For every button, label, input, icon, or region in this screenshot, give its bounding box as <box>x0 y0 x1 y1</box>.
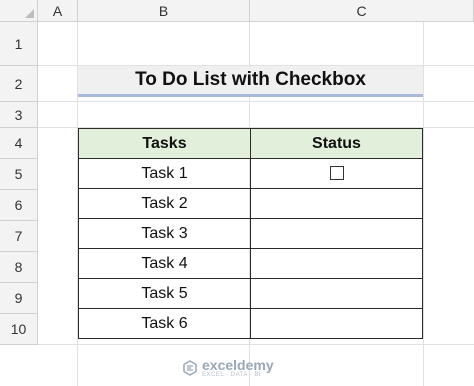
row-header-7[interactable]: 7 <box>0 221 38 252</box>
checkbox[interactable] <box>329 166 344 181</box>
task-cell[interactable]: Task 4 <box>78 248 251 279</box>
watermark: exceldemy EXCEL · DATA · BI <box>182 358 274 378</box>
exceldemy-logo-icon <box>183 360 197 376</box>
status-cell[interactable] <box>250 218 423 249</box>
status-cell[interactable] <box>250 158 423 189</box>
table-header-row: Tasks Status <box>78 128 423 159</box>
column-header-a[interactable]: A <box>38 0 78 22</box>
status-cell[interactable] <box>250 308 423 339</box>
status-cell[interactable] <box>250 188 423 219</box>
table-row: Task 2 <box>78 188 423 219</box>
table-row: Task 5 <box>78 278 423 309</box>
table-row: Task 1 <box>78 158 423 189</box>
title-cell[interactable]: To Do List with Checkbox <box>78 66 423 94</box>
task-cell[interactable]: Task 3 <box>78 218 251 249</box>
status-cell[interactable] <box>250 278 423 309</box>
watermark-brand: exceldemy <box>202 357 274 373</box>
row-header-1[interactable]: 1 <box>0 22 38 66</box>
row-header-5[interactable]: 5 <box>0 159 38 190</box>
task-cell[interactable]: Task 6 <box>78 308 251 339</box>
select-all-corner[interactable] <box>0 0 38 22</box>
table-row: Task 6 <box>78 308 423 339</box>
row-header-9[interactable]: 9 <box>0 283 38 314</box>
table-row: Task 3 <box>78 218 423 249</box>
column-header-b[interactable]: B <box>78 0 250 22</box>
column-header-c[interactable]: C <box>250 0 474 22</box>
todo-table: Tasks Status Task 1 Task 2 Task 3 Task 4… <box>78 128 423 339</box>
gridline <box>423 22 424 386</box>
select-all-triangle-icon <box>25 9 34 18</box>
task-cell[interactable]: Task 5 <box>78 278 251 309</box>
task-cell[interactable]: Task 2 <box>78 188 251 219</box>
row-header-10[interactable]: 10 <box>0 314 38 345</box>
row-header-3[interactable]: 3 <box>0 102 38 128</box>
row-header-8[interactable]: 8 <box>0 252 38 283</box>
gridline <box>38 101 474 102</box>
row-header-6[interactable]: 6 <box>0 190 38 221</box>
tasks-header[interactable]: Tasks <box>78 128 251 159</box>
task-cell[interactable]: Task 1 <box>78 158 251 189</box>
row-header-4[interactable]: 4 <box>0 128 38 159</box>
gridline <box>38 344 474 345</box>
status-cell[interactable] <box>250 248 423 279</box>
status-header[interactable]: Status <box>250 128 423 159</box>
title-underline <box>78 94 423 97</box>
row-header-2[interactable]: 2 <box>0 66 38 102</box>
table-row: Task 4 <box>78 248 423 279</box>
